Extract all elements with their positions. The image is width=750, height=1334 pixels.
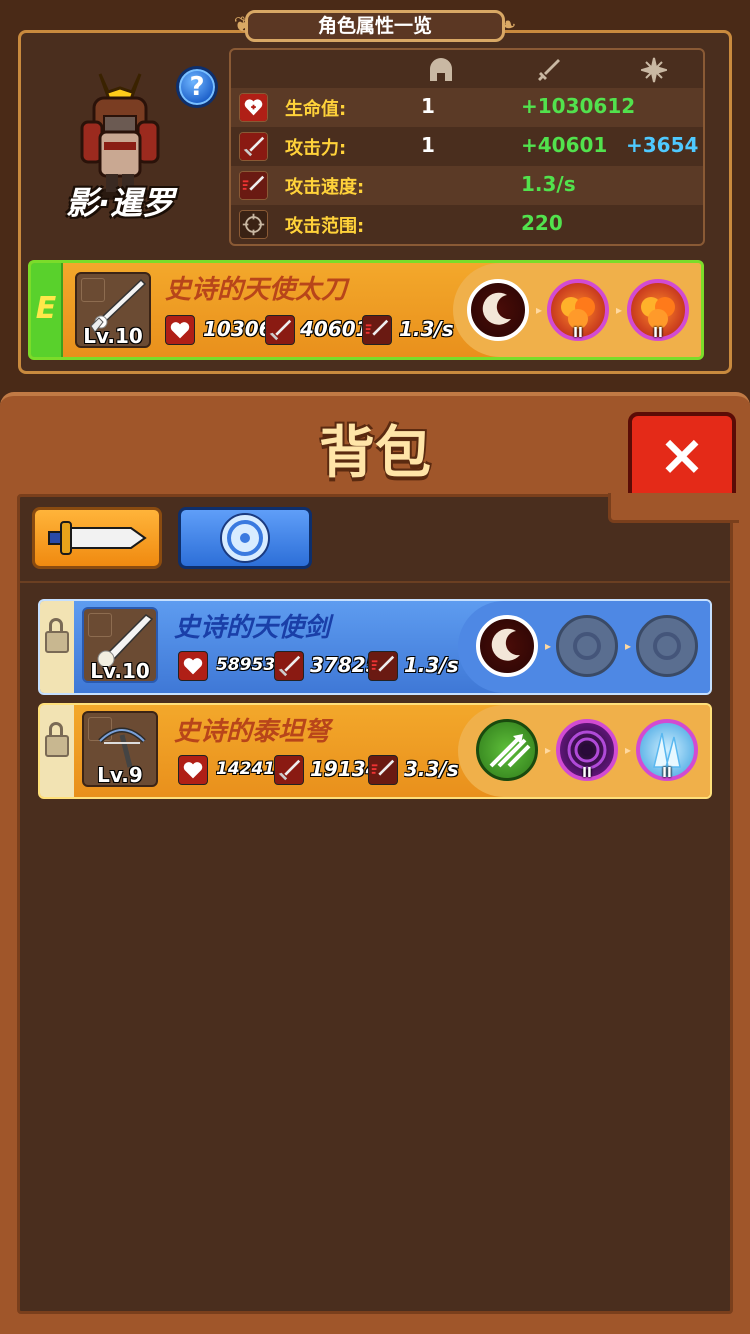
stat-equip-value: +1030612	[521, 94, 636, 118]
stat-row-attack-speed: 攻击速度: 1.3/s	[231, 166, 703, 205]
stat-equip-value: 1.3/s	[521, 172, 576, 196]
hp-icon	[165, 315, 195, 345]
skill-arrow-icon: ▸	[545, 639, 552, 653]
speed-icon	[368, 651, 398, 681]
tab-divider	[20, 581, 730, 583]
crosshair-icon	[239, 210, 268, 239]
attack-sword-icon	[239, 132, 268, 161]
panel-notch	[608, 493, 739, 523]
locked-skill-slot-icon-2	[636, 615, 698, 677]
equipped-weapon-name: 史诗的天使太刀	[165, 275, 348, 305]
stat-label: 生命值:	[285, 99, 347, 120]
lock-toggle[interactable]	[40, 601, 74, 693]
skill-rank: II	[582, 766, 592, 781]
speed-icon	[362, 315, 392, 345]
panel-title: 角色属性一览	[245, 10, 505, 42]
speed-value: 1.3/s	[404, 653, 459, 677]
stat-base-value: 1	[421, 94, 435, 118]
weapon-level: Lv.10	[90, 659, 150, 683]
heart-icon	[239, 93, 268, 122]
skill-arrow-icon: ▸	[625, 639, 632, 653]
stats-table: 生命值: 1 +1030612 攻击力: 1 +40601 +3654 攻击速度…	[229, 48, 705, 246]
sword-icon	[538, 59, 560, 81]
skill-rank: II	[573, 326, 583, 341]
weapon-icon-sword: Lv.10	[82, 607, 158, 683]
weapon-icon-crossbow: Lv.9	[82, 711, 158, 787]
stat-label: 攻击力:	[285, 138, 347, 159]
close-button[interactable]: ×	[628, 412, 736, 506]
hp-icon	[178, 651, 208, 681]
skill-arrow-icon: ▸	[616, 303, 623, 317]
atk-icon	[265, 315, 295, 345]
backpack-panel: 背包 × Lv.10 史诗的天使剑 58953 3782 1.3/s ▸ ▸ L…	[0, 392, 750, 1334]
atk-value: 37825	[310, 653, 370, 677]
speed-value: 1.3/s	[399, 317, 454, 341]
stat-bonus-value: +3654	[626, 133, 699, 157]
sparkle-icon	[641, 57, 667, 83]
atk-icon	[274, 651, 304, 681]
ice-crystal-skill-icon[interactable]: II	[636, 719, 698, 781]
help-button[interactable]: ?	[176, 66, 218, 108]
item-name: 史诗的天使剑	[174, 613, 331, 643]
item-stats: 142416 19134 3.3/s	[178, 755, 478, 785]
skill-rank: II	[653, 326, 663, 341]
skill-arrow-icon: ▸	[545, 743, 552, 757]
helmet-icon	[430, 58, 452, 81]
atk-value: 19134	[310, 757, 370, 781]
fire-burst-skill-icon-2[interactable]: II	[627, 279, 689, 341]
stat-row-attack: 攻击力: 1 +40601 +3654	[231, 127, 703, 166]
hp-value: 589535	[216, 655, 276, 675]
inventory-item-angel-sword[interactable]: Lv.10 史诗的天使剑 589535 37825 1.3/s ▸ ▸	[38, 599, 712, 695]
item-stats: 589535 37825 1.3/s	[178, 651, 478, 681]
hp-icon	[178, 755, 208, 785]
weapon-level: Lv.10	[83, 324, 143, 348]
atk-value: 40601	[300, 317, 362, 341]
unlock-icon	[45, 631, 69, 653]
tab-skill-orbs[interactable]	[178, 507, 312, 569]
speed-icon	[368, 755, 398, 785]
stats-header-row	[231, 50, 703, 88]
equipped-weapon-card[interactable]: E Lv.10 史诗的天使太刀 1030612 40601 1.3/s ▸ I	[28, 260, 704, 360]
void-vortex-skill-icon[interactable]: II	[556, 719, 618, 781]
backpack-inventory: Lv.10 史诗的天使剑 589535 37825 1.3/s ▸ ▸	[17, 493, 739, 1314]
stat-label: 攻击范围:	[285, 216, 365, 237]
character-attributes-panel: ❦ 角色属性一览 ❧ ? 影·暹罗 生命值: 1 +1030612 攻击力: 1…	[0, 0, 750, 385]
weapon-icon-katana: Lv.10	[75, 272, 151, 348]
stat-equip-value: +40601	[521, 133, 608, 157]
speed-value: 3.3/s	[404, 757, 459, 781]
atk-icon	[274, 755, 304, 785]
skill-arrow-icon: ▸	[536, 303, 543, 317]
stat-row-range: 攻击范围: 220	[231, 205, 703, 244]
multi-arrow-skill-icon[interactable]	[476, 719, 538, 781]
equipped-tag: E	[31, 263, 63, 357]
fire-burst-skill-icon[interactable]: II	[547, 279, 609, 341]
skill-rank: II	[662, 766, 672, 781]
stat-equip-value: 220	[521, 211, 563, 235]
tab-weapons[interactable]	[32, 507, 162, 569]
sword-tab-icon	[48, 521, 147, 555]
stat-base-value: 1	[421, 133, 435, 157]
crescent-slash-skill-icon[interactable]	[467, 279, 529, 341]
hp-value: 142416	[216, 759, 276, 779]
unlock-icon	[45, 735, 69, 757]
skill-arrow-icon: ▸	[625, 743, 632, 757]
attack-speed-icon	[239, 171, 268, 200]
stat-label: 攻击速度:	[285, 177, 365, 198]
inventory-item-titan-crossbow[interactable]: Lv.9 史诗的泰坦弩 142416 19134 3.3/s ▸ II ▸	[38, 703, 712, 799]
locked-skill-slot-icon	[556, 615, 618, 677]
stat-row-hp: 生命值: 1 +1030612	[231, 88, 703, 127]
equipped-weapon-stats: 1030612 40601 1.3/s	[165, 315, 465, 345]
item-name: 史诗的泰坦弩	[174, 717, 331, 747]
swirl-orb-icon	[220, 513, 270, 563]
character-name: 影·暹罗	[65, 184, 175, 222]
lock-toggle[interactable]	[40, 705, 74, 797]
hp-value: 1030612	[203, 317, 265, 341]
crescent-slash-skill-icon[interactable]	[476, 615, 538, 677]
weapon-level: Lv.9	[97, 763, 143, 787]
